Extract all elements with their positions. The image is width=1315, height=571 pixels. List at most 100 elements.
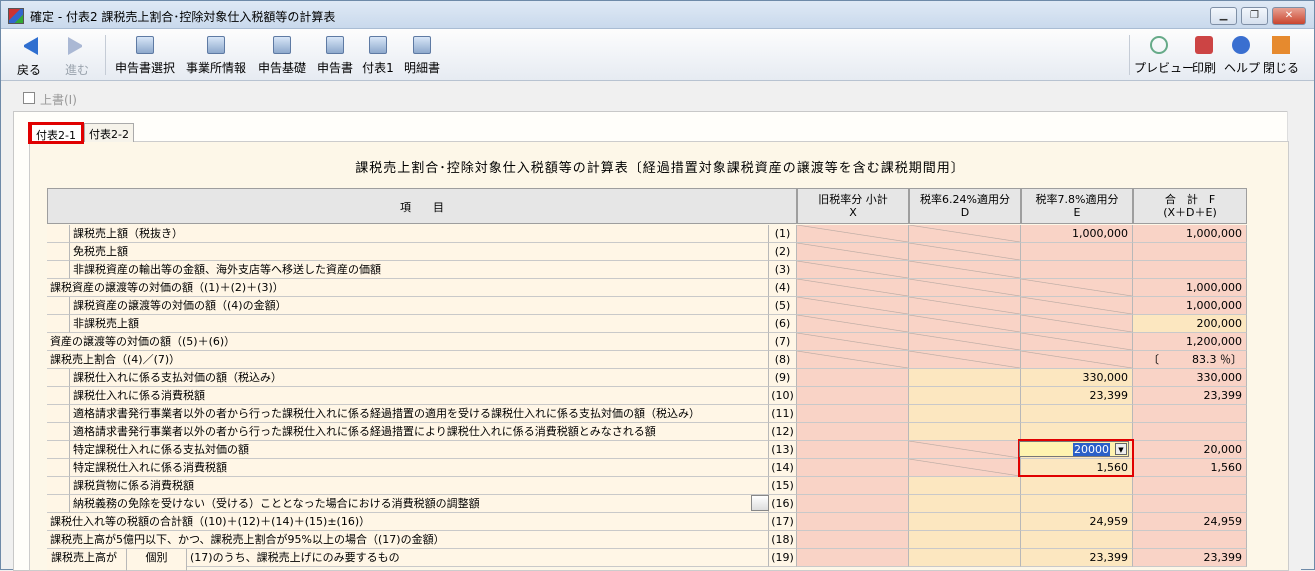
row-label: (17)のうち、課税売上げにのみ要するもの (187, 549, 769, 567)
cell-e-10[interactable]: 23,399 (1021, 387, 1133, 405)
group-label-sales: 課税売上高が (47, 549, 127, 571)
cell-e-6 (1021, 315, 1133, 333)
row-label: 課税貨物に係る消費税額 (70, 477, 769, 495)
forward-button[interactable]: 進む (59, 33, 95, 77)
cell-d-9[interactable] (909, 369, 1021, 387)
tb-office-info[interactable]: 事業所情報 (184, 33, 248, 77)
dropdown-arrow-icon[interactable]: ▼ (1115, 443, 1127, 455)
cell-f-18 (1133, 531, 1247, 549)
cell-x-13[interactable] (797, 441, 909, 459)
cell-e-15[interactable] (1021, 477, 1133, 495)
cell-e-3[interactable] (1021, 261, 1133, 279)
row-number: (6) (769, 315, 797, 333)
col-header-x: 旧税率分 小計 X (797, 188, 909, 224)
cell-e-17[interactable]: 24,959 (1021, 513, 1133, 531)
tb-basic[interactable]: 申告基礎 (255, 33, 309, 77)
tab-appendix-2-2[interactable]: 付表2-2 (84, 123, 134, 142)
cell-f-4: 1,000,000 (1133, 279, 1247, 297)
cell-f-17: 24,959 (1133, 513, 1247, 531)
cell-f-2 (1133, 243, 1247, 261)
cell-f-15 (1133, 477, 1247, 495)
row-label: 課税仕入れ等の税額の合計額（(10)＋(12)＋(14)＋(15)±(16)） (47, 513, 769, 531)
cell-d-18[interactable] (909, 531, 1021, 549)
adjust-detail-button[interactable] (751, 495, 769, 511)
cell-f-3 (1133, 261, 1247, 279)
cell-d-12[interactable] (909, 423, 1021, 441)
cell-d-17[interactable] (909, 513, 1021, 531)
tb-select-return[interactable]: 申告書選択 (113, 33, 177, 77)
cell-d-16[interactable] (909, 495, 1021, 513)
cell-f-1: 1,000,000 (1133, 225, 1247, 243)
cell-e-18[interactable] (1021, 531, 1133, 549)
form-icon (413, 36, 431, 54)
back-button[interactable]: 戻る (11, 33, 47, 77)
cell-x-9[interactable] (797, 369, 909, 387)
cell-x-10[interactable] (797, 387, 909, 405)
row-label: 特定課税仕入れに係る支払対価の額 (70, 441, 769, 459)
cell-d-19[interactable] (909, 549, 1021, 567)
cell-e-16[interactable] (1021, 495, 1133, 513)
cell-d-7 (909, 333, 1021, 351)
highlight-box-tab (28, 122, 84, 144)
print-button[interactable]: 印刷 (1189, 33, 1219, 77)
tb-return-form[interactable]: 申告書 (314, 33, 356, 77)
toolbar-separator (105, 35, 106, 75)
cell-e-11[interactable] (1021, 405, 1133, 423)
cell-e-9[interactable]: 330,000 (1021, 369, 1133, 387)
cell-x-1 (797, 225, 909, 243)
cell-x-3 (797, 261, 909, 279)
cell-e-19[interactable]: 23,399 (1021, 549, 1133, 567)
cell-e-1[interactable]: 1,000,000 (1021, 225, 1133, 243)
cell-e-2[interactable] (1021, 243, 1133, 261)
indent-spacer (47, 243, 70, 261)
close-screen-button[interactable]: 閉じる (1263, 33, 1299, 77)
minimize-button[interactable]: ▁ (1210, 7, 1237, 25)
table-row: 非課税資産の輸出等の金額、海外支店等へ移送した資産の価額 (3) (47, 261, 1247, 279)
cell-x-16[interactable] (797, 495, 909, 513)
cell-f-14: 1,560 (1133, 459, 1247, 477)
cell-x-18[interactable] (797, 531, 909, 549)
cell-f-19: 23,399 (1133, 549, 1247, 567)
indent-spacer (47, 225, 70, 243)
cell-x-11[interactable] (797, 405, 909, 423)
cell-x-12[interactable] (797, 423, 909, 441)
cell-e-8 (1021, 351, 1133, 369)
col-header-e: 税率7.8%適用分 E (1021, 188, 1133, 224)
row-number: (16) (769, 495, 797, 513)
cell-d-1 (909, 225, 1021, 243)
row-label: 課税資産の譲渡等の対価の額（(4)の金額） (70, 297, 769, 315)
row-number: (4) (769, 279, 797, 297)
back-arrow-icon (20, 37, 38, 55)
cell-f-8: 〔 83.3 ％〕 (1133, 351, 1247, 369)
cell-x-15[interactable] (797, 477, 909, 495)
cell-f-7: 1,200,000 (1133, 333, 1247, 351)
help-button[interactable]: ヘルプ (1224, 33, 1260, 77)
app-window: 確定 - 付表2 課税売上割合･控除対象仕入税額等の計算表 ▁ ❐ ✕ 戻る 進… (0, 0, 1315, 571)
col-header-d: 税率6.24%適用分 D (909, 188, 1021, 224)
cell-x-14[interactable] (797, 459, 909, 477)
row-label: 課税売上割合（(4)／(7)） (47, 351, 769, 369)
amount-input-e13[interactable]: 20000 ▼ (1019, 441, 1129, 457)
row-number: (18) (769, 531, 797, 549)
restore-button[interactable]: ❐ (1241, 7, 1268, 25)
cell-d-11[interactable] (909, 405, 1021, 423)
table-row: 課税売上高が 個別 (17)のうち、課税売上げにのみ要するもの (19) 23,399 2… (47, 549, 1247, 571)
table-row: 免税売上額 (2) (47, 243, 1247, 261)
row-number: (5) (769, 297, 797, 315)
cell-x-17[interactable] (797, 513, 909, 531)
close-button[interactable]: ✕ (1272, 7, 1306, 25)
cell-x-19[interactable] (797, 549, 909, 567)
row-number: (13) (769, 441, 797, 459)
vertical-scrollbar[interactable] (1287, 111, 1301, 571)
table-row: 課税仕入れに係る支払対価の額（税込み） (9) 330,000 330,000 (47, 369, 1247, 387)
tb-details[interactable]: 明細書 (401, 33, 443, 77)
cell-x-5 (797, 297, 909, 315)
tb-appendix1[interactable]: 付表1 (361, 33, 395, 77)
col-header-item: 項 目 (47, 188, 797, 224)
preview-button[interactable]: プレビュー (1134, 33, 1194, 77)
sheet-title: 課税売上割合･控除対象仕入税額等の計算表〔経過措置対象課税資産の譲渡等を含む課税… (355, 161, 965, 176)
app-icon (8, 8, 24, 24)
cell-d-10[interactable] (909, 387, 1021, 405)
overwrite-checkbox[interactable] (23, 92, 35, 104)
cell-d-15[interactable] (909, 477, 1021, 495)
